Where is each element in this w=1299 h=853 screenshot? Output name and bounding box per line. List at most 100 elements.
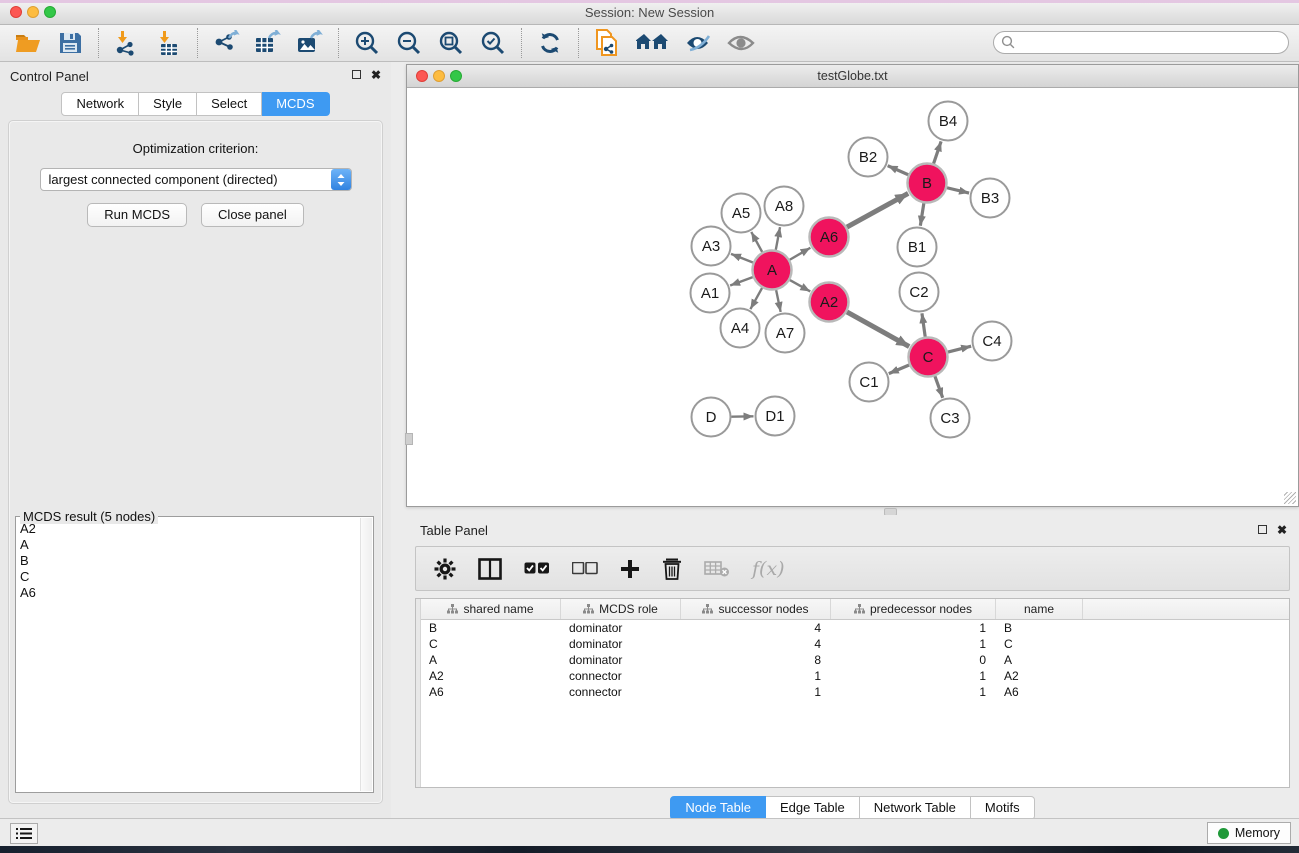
- import-network-icon[interactable]: [113, 29, 141, 57]
- graph-edge-A6-B[interactable]: [847, 193, 908, 227]
- table-row[interactable]: Cdominator41C: [421, 636, 1289, 652]
- graph-edge-A-A1[interactable]: [730, 277, 753, 285]
- result-list-item[interactable]: A: [20, 537, 373, 553]
- table-cell[interactable]: 1: [831, 636, 996, 652]
- close-panel-icon[interactable]: ✖: [371, 69, 381, 81]
- table-body[interactable]: Bdominator41BCdominator41CAdominator80AA…: [421, 620, 1289, 787]
- table-cell[interactable]: C: [421, 636, 561, 652]
- table-close-icon[interactable]: ✖: [1277, 524, 1287, 536]
- tab-network-table[interactable]: Network Table: [860, 796, 971, 820]
- table-row[interactable]: Adominator80A: [421, 652, 1289, 668]
- result-list-item[interactable]: C: [20, 569, 373, 585]
- graph-node-A[interactable]: A: [753, 251, 792, 290]
- table-cell[interactable]: 1: [831, 620, 996, 636]
- graph-edge-B-B4[interactable]: [934, 141, 942, 163]
- graph-node-D1[interactable]: D1: [756, 397, 795, 436]
- tab-mcds[interactable]: MCDS: [262, 92, 329, 116]
- graph-node-A8[interactable]: A8: [765, 187, 804, 226]
- graph-node-A3[interactable]: A3: [692, 227, 731, 266]
- tab-select[interactable]: Select: [197, 92, 262, 116]
- import-table-icon[interactable]: [155, 29, 183, 57]
- hide-selected-icon[interactable]: [685, 29, 713, 57]
- memory-button[interactable]: Memory: [1207, 822, 1291, 844]
- graph-node-A4[interactable]: A4: [721, 309, 760, 348]
- result-list-item[interactable]: A6: [20, 585, 373, 601]
- table-cell[interactable]: dominator: [561, 636, 681, 652]
- graph-node-C2[interactable]: C2: [900, 273, 939, 312]
- graph-node-C3[interactable]: C3: [931, 399, 970, 438]
- refresh-icon[interactable]: [536, 29, 564, 57]
- graph-edge-A-A7[interactable]: [776, 290, 781, 312]
- table-cell[interactable]: 8: [681, 652, 831, 668]
- search-input[interactable]: [993, 31, 1289, 54]
- table-row[interactable]: A6connector11A6: [421, 684, 1289, 700]
- export-network-icon[interactable]: [212, 29, 240, 57]
- graph-node-C[interactable]: C: [909, 338, 948, 377]
- graph-node-D[interactable]: D: [692, 398, 731, 437]
- column-header-MCDS-role[interactable]: MCDS role: [561, 599, 681, 619]
- graph-edge-A-A2[interactable]: [790, 280, 810, 291]
- zoom-fit-icon[interactable]: [437, 29, 465, 57]
- graph-edge-C-C4[interactable]: [948, 346, 971, 352]
- graph-edge-B-B3[interactable]: [947, 188, 969, 193]
- table-cell[interactable]: C: [996, 636, 1083, 652]
- table-cell[interactable]: A: [996, 652, 1083, 668]
- column-header-name[interactable]: name: [996, 599, 1083, 619]
- graph-node-A7[interactable]: A7: [766, 314, 805, 353]
- graph-edge-A-A8[interactable]: [776, 227, 780, 250]
- zoom-selected-icon[interactable]: [479, 29, 507, 57]
- network-canvas[interactable]: B4B2BB3A5A8A6A3B1AA1C2A2A4A7C4CC1C3DD1: [407, 88, 1298, 506]
- export-image-icon[interactable]: [296, 29, 324, 57]
- tab-node-table[interactable]: Node Table: [670, 796, 766, 820]
- result-list-item[interactable]: B: [20, 553, 373, 569]
- tab-edge-table[interactable]: Edge Table: [766, 796, 860, 820]
- graph-edge-B-B2[interactable]: [888, 166, 909, 175]
- table-cell[interactable]: 1: [681, 668, 831, 684]
- add-column-icon[interactable]: [620, 559, 640, 579]
- table-cell[interactable]: A: [421, 652, 561, 668]
- graph-node-B[interactable]: B: [908, 164, 947, 203]
- graph-edge-A-A6[interactable]: [790, 248, 811, 260]
- table-cell[interactable]: 0: [831, 652, 996, 668]
- table-cell[interactable]: A2: [421, 668, 561, 684]
- mcds-result-list[interactable]: A2ABCA6: [16, 517, 373, 601]
- graph-node-A6[interactable]: A6: [810, 218, 849, 257]
- table-cell[interactable]: A6: [996, 684, 1083, 700]
- graph-edge-A-A5[interactable]: [751, 232, 762, 252]
- clone-network-icon[interactable]: [593, 29, 621, 57]
- splitter-handle-left[interactable]: [405, 433, 413, 445]
- graph-node-B4[interactable]: B4: [929, 102, 968, 141]
- table-row[interactable]: Bdominator41B: [421, 620, 1289, 636]
- column-header-predecessor-nodes[interactable]: predecessor nodes: [831, 599, 996, 619]
- run-mcds-button[interactable]: Run MCDS: [87, 203, 187, 227]
- graph-node-C1[interactable]: C1: [850, 363, 889, 402]
- network-graph[interactable]: B4B2BB3A5A8A6A3B1AA1C2A2A4A7C4CC1C3DD1: [407, 88, 1298, 506]
- network-window-titlebar[interactable]: testGlobe.txt: [407, 65, 1298, 88]
- float-panel-icon[interactable]: [352, 69, 361, 81]
- open-file-icon[interactable]: [14, 29, 42, 57]
- save-session-icon[interactable]: [56, 29, 84, 57]
- show-columns-icon[interactable]: [478, 558, 502, 580]
- table-cell[interactable]: connector: [561, 684, 681, 700]
- table-cell[interactable]: 4: [681, 636, 831, 652]
- graph-edge-C-C1[interactable]: [889, 365, 909, 374]
- graph-edge-C-C3[interactable]: [935, 376, 943, 397]
- result-scrollbar[interactable]: [360, 518, 372, 791]
- graph-node-C4[interactable]: C4: [973, 322, 1012, 361]
- table-cell[interactable]: 1: [831, 684, 996, 700]
- table-cell[interactable]: dominator: [561, 652, 681, 668]
- unselect-all-columns-icon[interactable]: [572, 562, 598, 576]
- column-header-shared-name[interactable]: shared name: [421, 599, 561, 619]
- graph-node-A5[interactable]: A5: [722, 194, 761, 233]
- export-table-icon[interactable]: [254, 29, 282, 57]
- graph-node-B2[interactable]: B2: [849, 138, 888, 177]
- select-stepper-icon[interactable]: [331, 169, 351, 190]
- table-cell[interactable]: 1: [681, 684, 831, 700]
- close-panel-button[interactable]: Close panel: [201, 203, 304, 227]
- task-history-button[interactable]: [10, 823, 38, 844]
- tab-style[interactable]: Style: [139, 92, 197, 116]
- table-float-icon[interactable]: [1258, 524, 1267, 536]
- table-cell[interactable]: B: [421, 620, 561, 636]
- delete-table-icon[interactable]: [704, 560, 730, 578]
- tab-motifs[interactable]: Motifs: [971, 796, 1035, 820]
